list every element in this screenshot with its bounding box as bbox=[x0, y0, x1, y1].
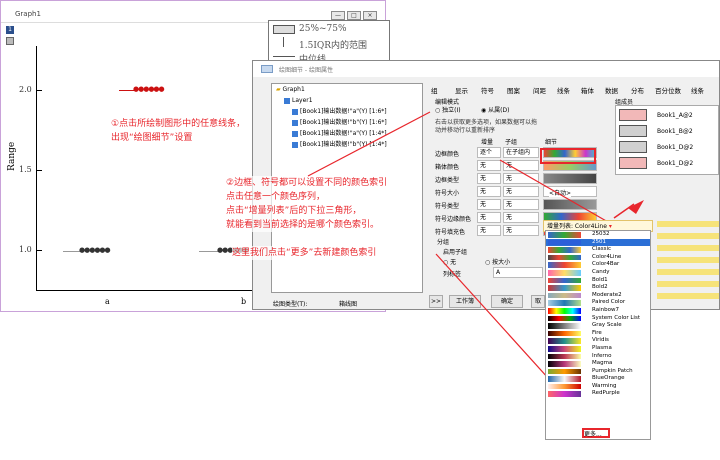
palette-item[interactable]: 25032 bbox=[546, 231, 650, 239]
palette-item[interactable]: Fire bbox=[546, 330, 650, 338]
palette-item[interactable]: Viridis bbox=[546, 337, 650, 345]
palette-name: Pumpkin Patch bbox=[592, 367, 633, 374]
palette-item[interactable]: Candy bbox=[546, 269, 650, 277]
palette-list[interactable]: 25032 2501 Classic Color4Line Color4Bar Candy… bbox=[545, 230, 651, 440]
palette-item[interactable]: 2501 bbox=[546, 238, 650, 247]
palette-name: Gray Scale bbox=[592, 322, 622, 329]
palette-name: System Color List bbox=[592, 314, 640, 321]
palette-swatch bbox=[548, 368, 581, 375]
palette-name: Warming bbox=[592, 382, 617, 389]
palette-swatch bbox=[548, 239, 581, 246]
palette-name: 2501 bbox=[592, 238, 606, 245]
palette-swatch bbox=[548, 269, 581, 276]
palette-name: RedPurple bbox=[592, 390, 620, 397]
palette-name: Magma bbox=[592, 360, 613, 367]
palette-name: Classic bbox=[592, 246, 612, 253]
palette-swatch bbox=[548, 254, 581, 261]
palette-name: Plasma bbox=[592, 344, 612, 351]
palette-swatch bbox=[548, 262, 581, 268]
palette-item[interactable]: BlueOrange bbox=[546, 375, 650, 383]
palette-name: BlueOrange bbox=[592, 375, 625, 382]
palette-item[interactable]: Color4Line bbox=[546, 254, 650, 262]
palette-name: Moderate2 bbox=[592, 291, 622, 298]
palette-name: Inferno bbox=[592, 352, 612, 359]
arrow-line bbox=[613, 203, 635, 219]
highlight-detail-cell bbox=[540, 148, 596, 164]
palette-swatch bbox=[548, 345, 581, 352]
palette-name: Viridis bbox=[592, 337, 609, 344]
palette-swatch bbox=[548, 383, 581, 390]
palette-item[interactable]: Magma bbox=[546, 360, 650, 368]
arrow-line bbox=[307, 111, 431, 177]
palette-swatch bbox=[548, 247, 581, 253]
palette-item[interactable]: Inferno bbox=[546, 353, 650, 361]
palette-swatch bbox=[548, 330, 581, 337]
palette-swatch bbox=[548, 361, 581, 367]
palette-item[interactable]: Color4Bar bbox=[546, 261, 650, 269]
palette-swatch bbox=[548, 232, 581, 238]
palette-item[interactable]: System Color List bbox=[546, 315, 650, 323]
palette-name: Bold2 bbox=[592, 284, 608, 291]
palette-item[interactable]: Bold2 bbox=[546, 284, 650, 292]
palette-item[interactable]: Rainbow7 bbox=[546, 307, 650, 315]
dropdown-label: 增量列表: Color4Line bbox=[547, 223, 607, 230]
palette-item[interactable]: Warming bbox=[546, 383, 650, 391]
palette-name: 25032 bbox=[592, 231, 610, 237]
palette-item[interactable]: Moderate2 bbox=[546, 292, 650, 300]
palette-swatch bbox=[548, 285, 581, 291]
palette-name: Bold1 bbox=[592, 276, 608, 283]
palette-name: Candy bbox=[592, 268, 610, 275]
palette-item[interactable]: Bold1 bbox=[546, 277, 650, 285]
palette-swatch bbox=[548, 307, 581, 314]
palette-item[interactable]: Pumpkin Patch bbox=[546, 368, 650, 376]
palette-swatch bbox=[548, 277, 581, 284]
palette-item[interactable]: Plasma bbox=[546, 345, 650, 353]
palette-swatch bbox=[548, 376, 581, 382]
palette-swatch bbox=[548, 338, 581, 344]
more-button[interactable]: 更多... bbox=[582, 428, 610, 438]
palette-swatch bbox=[548, 323, 581, 329]
palette-name: Rainbow7 bbox=[592, 306, 619, 313]
palette-swatch bbox=[548, 292, 581, 299]
palette-name: Paired Color bbox=[592, 299, 626, 306]
arrow-line bbox=[499, 159, 609, 223]
palette-swatch bbox=[548, 315, 581, 322]
palette-item[interactable]: RedPurple bbox=[546, 390, 650, 398]
palette-swatch bbox=[548, 353, 581, 360]
palette-name: Color4Line bbox=[592, 253, 622, 260]
palette-item[interactable]: Classic bbox=[546, 246, 650, 254]
palette-item[interactable]: Gray Scale bbox=[546, 322, 650, 330]
palette-swatch bbox=[548, 391, 581, 398]
palette-item[interactable]: Paired Color bbox=[546, 299, 650, 307]
palette-swatch bbox=[548, 300, 581, 306]
chevron-down-icon[interactable]: ▾ bbox=[609, 223, 612, 230]
palette-name: Color4Bar bbox=[592, 261, 620, 268]
palette-name: Fire bbox=[592, 329, 602, 336]
